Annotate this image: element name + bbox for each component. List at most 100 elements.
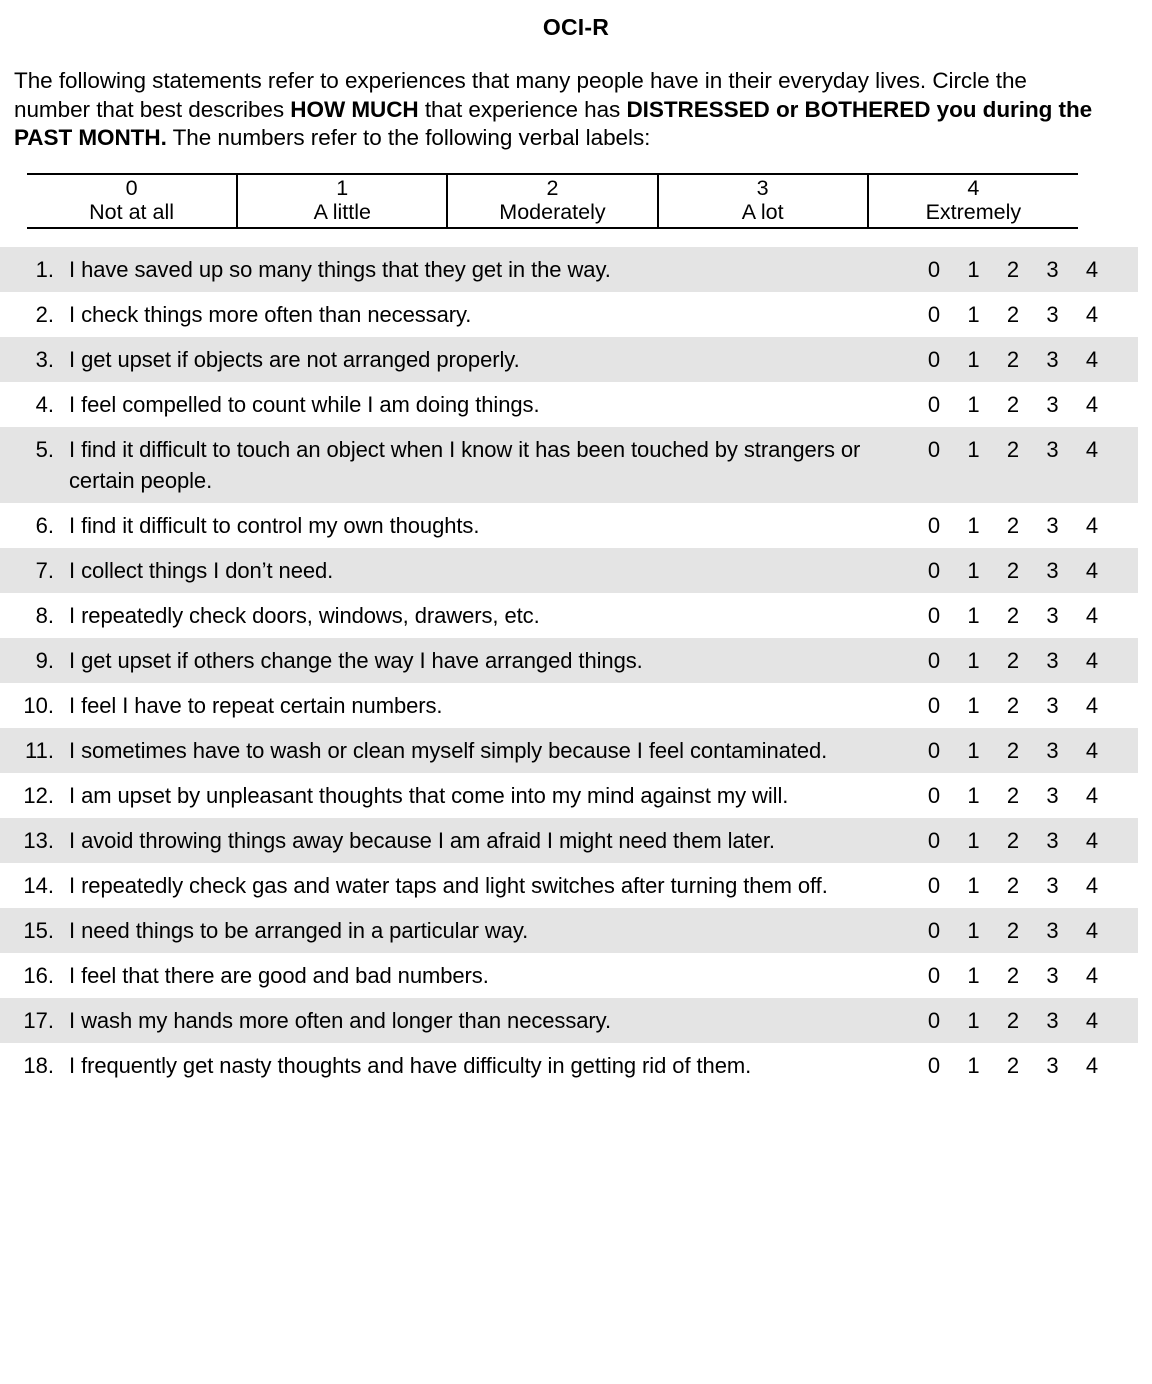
response-option-1[interactable]: 1	[964, 825, 984, 856]
response-option-3[interactable]: 3	[1043, 299, 1063, 330]
response-option-1[interactable]: 1	[964, 344, 984, 375]
response-option-4[interactable]: 4	[1082, 555, 1102, 586]
response-option-0[interactable]: 0	[924, 389, 944, 420]
response-option-2[interactable]: 2	[1003, 690, 1023, 721]
response-option-3[interactable]: 3	[1043, 870, 1063, 901]
response-option-3[interactable]: 3	[1043, 645, 1063, 676]
response-option-0[interactable]: 0	[924, 960, 944, 991]
response-option-0[interactable]: 0	[924, 780, 944, 811]
response-option-4[interactable]: 4	[1082, 690, 1102, 721]
response-option-4[interactable]: 4	[1082, 299, 1102, 330]
item-response-scale[interactable]: 01234	[924, 735, 1120, 766]
response-option-0[interactable]: 0	[924, 1005, 944, 1036]
response-option-4[interactable]: 4	[1082, 344, 1102, 375]
response-option-4[interactable]: 4	[1082, 735, 1102, 766]
item-response-scale[interactable]: 01234	[924, 1005, 1120, 1036]
response-option-3[interactable]: 3	[1043, 434, 1063, 465]
response-option-3[interactable]: 3	[1043, 960, 1063, 991]
response-option-3[interactable]: 3	[1043, 825, 1063, 856]
response-option-0[interactable]: 0	[924, 434, 944, 465]
response-option-2[interactable]: 2	[1003, 960, 1023, 991]
response-option-0[interactable]: 0	[924, 735, 944, 766]
response-option-2[interactable]: 2	[1003, 1050, 1023, 1081]
response-option-0[interactable]: 0	[924, 915, 944, 946]
response-option-1[interactable]: 1	[964, 690, 984, 721]
response-option-1[interactable]: 1	[964, 299, 984, 330]
response-option-4[interactable]: 4	[1082, 434, 1102, 465]
response-option-2[interactable]: 2	[1003, 434, 1023, 465]
response-option-1[interactable]: 1	[964, 1050, 984, 1081]
response-option-3[interactable]: 3	[1043, 1050, 1063, 1081]
response-option-4[interactable]: 4	[1082, 1005, 1102, 1036]
item-response-scale[interactable]: 01234	[924, 344, 1120, 375]
response-option-1[interactable]: 1	[964, 960, 984, 991]
item-response-scale[interactable]: 01234	[924, 510, 1120, 541]
response-option-0[interactable]: 0	[924, 1050, 944, 1081]
response-option-4[interactable]: 4	[1082, 915, 1102, 946]
response-option-0[interactable]: 0	[924, 645, 944, 676]
response-option-1[interactable]: 1	[964, 735, 984, 766]
response-option-2[interactable]: 2	[1003, 299, 1023, 330]
response-option-2[interactable]: 2	[1003, 645, 1023, 676]
response-option-3[interactable]: 3	[1043, 254, 1063, 285]
response-option-3[interactable]: 3	[1043, 389, 1063, 420]
item-response-scale[interactable]: 01234	[924, 555, 1120, 586]
response-option-4[interactable]: 4	[1082, 645, 1102, 676]
response-option-1[interactable]: 1	[964, 434, 984, 465]
response-option-4[interactable]: 4	[1082, 825, 1102, 856]
response-option-2[interactable]: 2	[1003, 735, 1023, 766]
response-option-1[interactable]: 1	[964, 645, 984, 676]
response-option-4[interactable]: 4	[1082, 600, 1102, 631]
response-option-3[interactable]: 3	[1043, 690, 1063, 721]
response-option-1[interactable]: 1	[964, 389, 984, 420]
response-option-0[interactable]: 0	[924, 510, 944, 541]
response-option-3[interactable]: 3	[1043, 510, 1063, 541]
response-option-2[interactable]: 2	[1003, 510, 1023, 541]
item-response-scale[interactable]: 01234	[924, 299, 1120, 330]
item-response-scale[interactable]: 01234	[924, 915, 1120, 946]
response-option-2[interactable]: 2	[1003, 780, 1023, 811]
response-option-3[interactable]: 3	[1043, 915, 1063, 946]
item-response-scale[interactable]: 01234	[924, 690, 1120, 721]
response-option-2[interactable]: 2	[1003, 1005, 1023, 1036]
item-response-scale[interactable]: 01234	[924, 645, 1120, 676]
response-option-4[interactable]: 4	[1082, 870, 1102, 901]
response-option-3[interactable]: 3	[1043, 735, 1063, 766]
response-option-2[interactable]: 2	[1003, 600, 1023, 631]
response-option-1[interactable]: 1	[964, 870, 984, 901]
item-response-scale[interactable]: 01234	[924, 870, 1120, 901]
response-option-0[interactable]: 0	[924, 825, 944, 856]
response-option-2[interactable]: 2	[1003, 254, 1023, 285]
response-option-2[interactable]: 2	[1003, 870, 1023, 901]
response-option-0[interactable]: 0	[924, 344, 944, 375]
item-response-scale[interactable]: 01234	[924, 434, 1120, 465]
response-option-4[interactable]: 4	[1082, 510, 1102, 541]
response-option-3[interactable]: 3	[1043, 600, 1063, 631]
response-option-2[interactable]: 2	[1003, 825, 1023, 856]
response-option-2[interactable]: 2	[1003, 389, 1023, 420]
response-option-0[interactable]: 0	[924, 600, 944, 631]
response-option-0[interactable]: 0	[924, 690, 944, 721]
item-response-scale[interactable]: 01234	[924, 825, 1120, 856]
response-option-0[interactable]: 0	[924, 555, 944, 586]
response-option-1[interactable]: 1	[964, 1005, 984, 1036]
response-option-3[interactable]: 3	[1043, 1005, 1063, 1036]
response-option-1[interactable]: 1	[964, 254, 984, 285]
response-option-0[interactable]: 0	[924, 254, 944, 285]
response-option-4[interactable]: 4	[1082, 1050, 1102, 1081]
response-option-1[interactable]: 1	[964, 915, 984, 946]
response-option-3[interactable]: 3	[1043, 555, 1063, 586]
response-option-3[interactable]: 3	[1043, 780, 1063, 811]
response-option-4[interactable]: 4	[1082, 780, 1102, 811]
response-option-1[interactable]: 1	[964, 780, 984, 811]
response-option-1[interactable]: 1	[964, 600, 984, 631]
item-response-scale[interactable]: 01234	[924, 780, 1120, 811]
item-response-scale[interactable]: 01234	[924, 389, 1120, 420]
response-option-1[interactable]: 1	[964, 555, 984, 586]
response-option-0[interactable]: 0	[924, 870, 944, 901]
response-option-2[interactable]: 2	[1003, 344, 1023, 375]
item-response-scale[interactable]: 01234	[924, 960, 1120, 991]
response-option-2[interactable]: 2	[1003, 555, 1023, 586]
response-option-4[interactable]: 4	[1082, 254, 1102, 285]
item-response-scale[interactable]: 01234	[924, 254, 1120, 285]
